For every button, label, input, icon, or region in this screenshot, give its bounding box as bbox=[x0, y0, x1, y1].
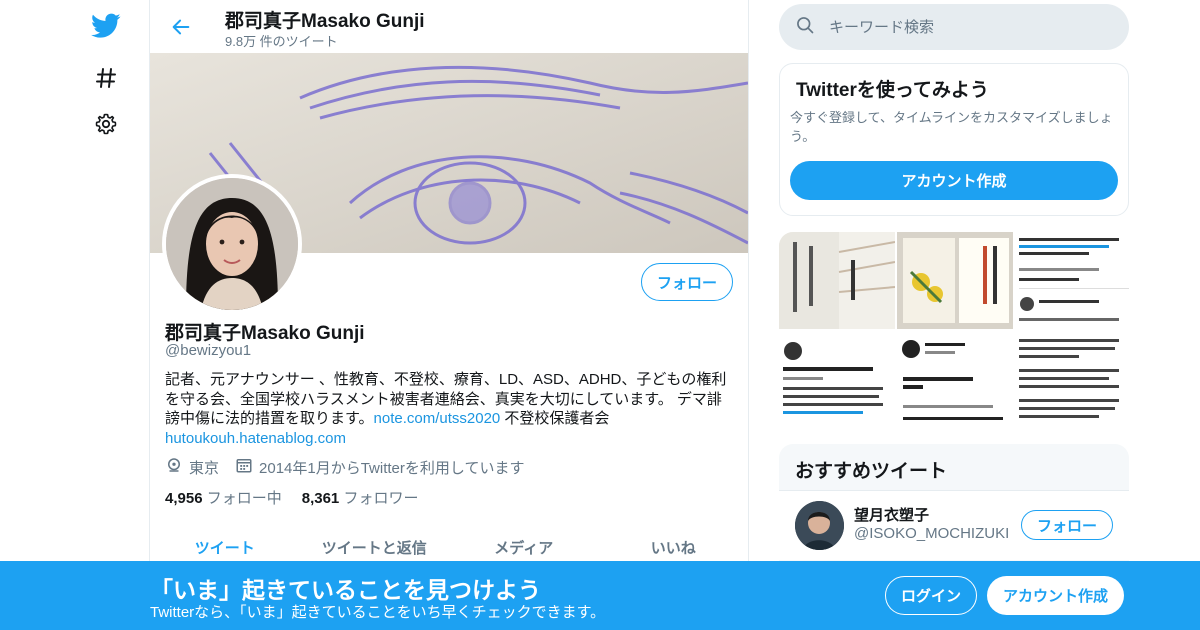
signup-card-text: 今すぐ登録して、タイムラインをカスタマイズしましょう。 bbox=[790, 110, 1113, 144]
prompt-subtitle: Twitterなら、「いま」起きていることをいち早くチェックできます。 bbox=[150, 604, 606, 621]
followers-label: フォロワー bbox=[343, 490, 419, 507]
location-pin-icon bbox=[165, 456, 189, 478]
prompt-title: 「いま」起きていることを見つけよう bbox=[150, 577, 541, 603]
location-text: 東京 bbox=[189, 459, 220, 477]
profile-tabs: ツイート ツイートと返信 メディア いいね bbox=[150, 526, 748, 566]
media-thumbnail[interactable] bbox=[779, 232, 895, 329]
avatar[interactable] bbox=[795, 501, 844, 550]
search-icon bbox=[795, 15, 815, 40]
signup-button[interactable]: アカウント作成 bbox=[987, 576, 1124, 615]
media-thumbnail[interactable] bbox=[897, 331, 1013, 428]
header-profile-name: 郡司真子Masako Gunji bbox=[225, 11, 425, 32]
following-number: 4,956 bbox=[165, 490, 203, 507]
signup-prompt-bar: 「いま」起きていることを見つけよう Twitterなら、「いま」起きていることを… bbox=[0, 561, 1200, 630]
back-arrow-icon[interactable] bbox=[166, 12, 196, 42]
following-label: フォロー中 bbox=[206, 490, 282, 507]
profile-handle: @bewizyou1 bbox=[165, 342, 252, 359]
media-thumbnail[interactable] bbox=[897, 232, 1013, 329]
tab-tweets-replies[interactable]: ツイートと返信 bbox=[300, 526, 450, 566]
followers-count[interactable]: 8,361 フォロワー bbox=[302, 487, 419, 508]
location-item: 東京 bbox=[165, 456, 219, 478]
profile-header-bar: 郡司真子Masako Gunji 9.8万 件のツイート bbox=[150, 0, 748, 53]
signup-card-title: Twitterを使ってみよう bbox=[796, 80, 989, 101]
profile-meta: 東京 2014年1月からTwitterを利用しています bbox=[165, 456, 540, 478]
recommended-name[interactable]: 望月衣塑子 bbox=[854, 504, 929, 525]
bio-link-blog[interactable]: hutoukouh.hatenablog.com bbox=[165, 430, 346, 447]
left-nav bbox=[80, 0, 132, 630]
profile-bio: 記者、元アナウンサー 、性教育、不登校、療育、LD、ASD、ADHD、子どもの権… bbox=[165, 370, 735, 448]
bio-text-after-link: 不登校保護者会 bbox=[500, 410, 610, 427]
follow-counts: 4,956 フォロー中 8,361 フォロワー bbox=[165, 487, 438, 508]
following-count[interactable]: 4,956 フォロー中 bbox=[165, 487, 282, 508]
tab-media[interactable]: メディア bbox=[449, 526, 599, 566]
header-tweet-count: 9.8万 件のツイート bbox=[225, 34, 338, 49]
bio-link-note[interactable]: note.com/utss2020 bbox=[374, 410, 501, 427]
gear-icon[interactable] bbox=[88, 106, 124, 142]
twitter-bird-icon[interactable] bbox=[88, 8, 124, 44]
media-thumbnail[interactable] bbox=[1015, 232, 1129, 329]
media-thumbnail[interactable] bbox=[779, 331, 895, 428]
joined-text: 2014年1月からTwitterを利用しています bbox=[259, 459, 525, 477]
profile-name: 郡司真子Masako Gunji bbox=[165, 323, 365, 344]
search-box[interactable] bbox=[779, 4, 1129, 50]
signup-card: Twitterを使ってみよう 今すぐ登録して、タイムラインをカスタマイズしましょ… bbox=[779, 63, 1129, 216]
tab-likes[interactable]: いいね bbox=[599, 526, 749, 566]
search-input[interactable] bbox=[829, 18, 1109, 36]
hashtag-icon[interactable] bbox=[88, 60, 124, 96]
recommended-title: おすすめツイート bbox=[795, 461, 948, 482]
followers-number: 8,361 bbox=[301, 490, 340, 507]
create-account-button[interactable]: アカウント作成 bbox=[790, 161, 1118, 200]
joined-item: 2014年1月からTwitterを利用しています bbox=[235, 456, 524, 478]
profile-avatar[interactable] bbox=[162, 174, 302, 314]
media-thumbnail[interactable] bbox=[1015, 331, 1129, 428]
recommended-handle: @ISOKO_MOCHIZUKI bbox=[854, 525, 1010, 542]
tab-tweets[interactable]: ツイート bbox=[150, 526, 300, 566]
media-preview-grid bbox=[779, 232, 1129, 428]
calendar-icon bbox=[235, 456, 259, 478]
follow-button[interactable]: フォロー bbox=[641, 263, 733, 301]
recommended-follow-button[interactable]: フォロー bbox=[1021, 510, 1113, 540]
profile-column: 郡司真子Masako Gunji 9.8万 件のツイート フォロー 郡司真子Ma… bbox=[149, 0, 749, 630]
login-button[interactable]: ログイン bbox=[885, 576, 977, 615]
recommended-account[interactable]: 望月衣塑子 @ISOKO_MOCHIZUKI フォロー bbox=[779, 490, 1129, 560]
